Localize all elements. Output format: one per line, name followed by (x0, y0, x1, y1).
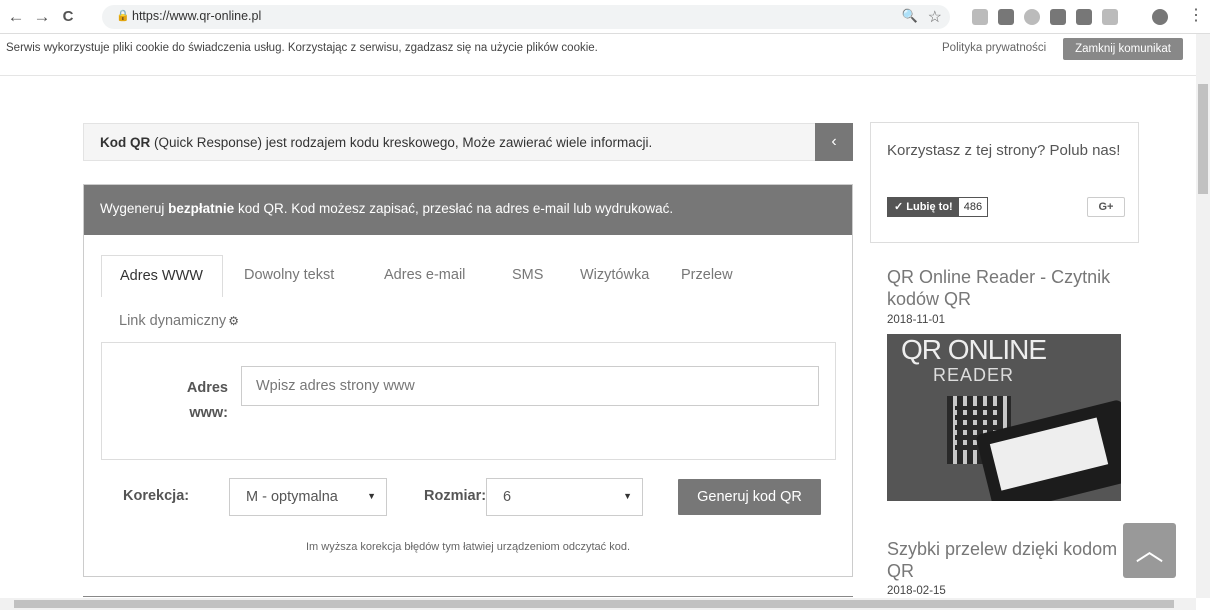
panel-header: Wygeneruj bezpłatnie kod QR. Kod możesz … (84, 185, 852, 235)
gears-icon: ⚙ (228, 314, 239, 328)
article-date-przelew: 2018-02-15 (887, 585, 946, 597)
qr-info-text: Kod QR (Quick Response) jest rodzajem ko… (100, 135, 652, 150)
collapse-icon[interactable]: ‹ (815, 123, 853, 161)
size-label: Rozmiar: (424, 488, 487, 504)
url-form: Adres www: (101, 342, 836, 460)
article-title-reader[interactable]: QR Online Reader - Czytnik kodów QR (887, 266, 1137, 310)
qr-info-rest: (Quick Response) jest rodzajem kodu kres… (150, 135, 653, 150)
extension-icon-1[interactable] (972, 9, 988, 25)
address-bar[interactable]: 🔒 https://www.qr-online.pl 🔍 ☆ (102, 5, 950, 29)
url-label-line2: www: (189, 405, 228, 421)
forward-icon[interactable]: → (32, 7, 52, 27)
phone-screen (989, 417, 1109, 491)
thumb-title: QR ONLINE (901, 334, 1047, 365)
bookmark-star-icon[interactable]: ☆ (928, 7, 942, 27)
article-thumbnail-reader[interactable]: QR ONLINE READER (887, 334, 1121, 501)
tab-dowolny-tekst[interactable]: Dowolny tekst (244, 267, 334, 283)
correction-label: Korekcja: (123, 488, 190, 504)
url-input[interactable] (241, 366, 819, 406)
zoom-icon[interactable]: 🔍 (902, 8, 918, 24)
header-text-before: Wygeneruj (100, 201, 169, 216)
size-value: 6 (503, 489, 512, 505)
url-field-label: Adres www: (148, 376, 228, 426)
lock-icon: 🔒 (116, 10, 130, 22)
extension-icon-2[interactable] (998, 9, 1014, 25)
google-plus-button[interactable]: G+ (1087, 197, 1125, 217)
header-text-after: kod QR. Kod możesz zapisać, przesłać na … (234, 201, 674, 216)
chevron-down-icon: ▼ (367, 491, 376, 501)
header-text-bold: bezpłatnie (168, 201, 235, 216)
qr-info-bar: Kod QR (Quick Response) jest rodzajem ko… (83, 123, 853, 161)
correction-select[interactable]: M - optymalna ▼ (229, 478, 387, 516)
vertical-scroll-thumb[interactable] (1198, 84, 1208, 194)
thumb-subtitle: READER (933, 365, 1015, 385)
article-title-przelew[interactable]: Szybki przelew dzięki kodom QR (887, 538, 1137, 582)
fb-like-label: ✓ Lubię to! (888, 198, 959, 216)
cookie-text: Serwis wykorzystuje pliki cookie do świa… (6, 42, 598, 54)
size-select[interactable]: 6 ▼ (486, 478, 643, 516)
panel-header-text: Wygeneruj bezpłatnie kod QR. Kod możesz … (100, 201, 673, 216)
browser-toolbar: ← → C 🔒 https://www.qr-online.pl 🔍 ☆ ⋮ (0, 0, 1210, 34)
correction-hint: Im wyższa korekcja błędów tym łatwiej ur… (305, 541, 630, 553)
url-text[interactable]: https://www.qr-online.pl (132, 9, 261, 23)
article-date-reader: 2018-11-01 (887, 314, 945, 326)
qr-generator-panel: Wygeneruj bezpłatnie kod QR. Kod możesz … (83, 184, 853, 577)
scroll-to-top-icon[interactable]: ︿ (1123, 523, 1176, 578)
correction-value: M - optymalna (246, 489, 338, 505)
extension-icon-5[interactable] (1102, 9, 1118, 25)
like-prompt: Korzystasz z tej strony? Polub nas! (887, 142, 1121, 159)
chevron-down-icon: ▼ (623, 491, 632, 501)
tab-adres-email[interactable]: Adres e-mail (384, 267, 465, 283)
cookie-notice: Serwis wykorzystuje pliki cookie do świa… (0, 34, 1196, 76)
privacy-policy-link[interactable]: Polityka prywatności (942, 42, 1046, 54)
back-icon[interactable]: ← (6, 7, 26, 27)
horizontal-scrollbar[interactable] (0, 598, 1196, 610)
divider (83, 596, 853, 597)
horizontal-scroll-thumb[interactable] (14, 600, 1174, 608)
browser-menu-icon[interactable]: ⋮ (1188, 5, 1204, 25)
profile-icon[interactable] (1152, 9, 1168, 25)
extension-icon-4[interactable] (1050, 9, 1066, 25)
reload-icon[interactable]: C (58, 7, 78, 27)
url-label-line1: Adres (186, 380, 228, 396)
pocket-icon[interactable] (1076, 9, 1092, 25)
tab-przelew[interactable]: Przelew (681, 267, 733, 283)
extension-icon-3[interactable] (1024, 9, 1040, 25)
qr-info-bold: Kod QR (100, 135, 151, 150)
facebook-like-button[interactable]: ✓ Lubię to! 486 (887, 197, 989, 217)
close-cookie-button[interactable]: Zamknij komunikat (1063, 38, 1183, 60)
tab-link-dynamiczny-label: Link dynamiczny (119, 313, 227, 329)
vertical-scrollbar[interactable] (1196, 34, 1210, 598)
tab-sms[interactable]: SMS (512, 267, 543, 283)
generate-qr-button[interactable]: Generuj kod QR (678, 479, 821, 515)
tab-adres-www[interactable]: Adres WWW (101, 255, 223, 297)
social-like-box: Korzystasz z tej strony? Polub nas! ✓ Lu… (870, 122, 1139, 243)
tab-link-dynamiczny[interactable]: Link dynamiczny ⚙ (119, 313, 239, 329)
tab-wizytowka[interactable]: Wizytówka (580, 267, 649, 283)
fb-like-count: 486 (963, 201, 983, 213)
